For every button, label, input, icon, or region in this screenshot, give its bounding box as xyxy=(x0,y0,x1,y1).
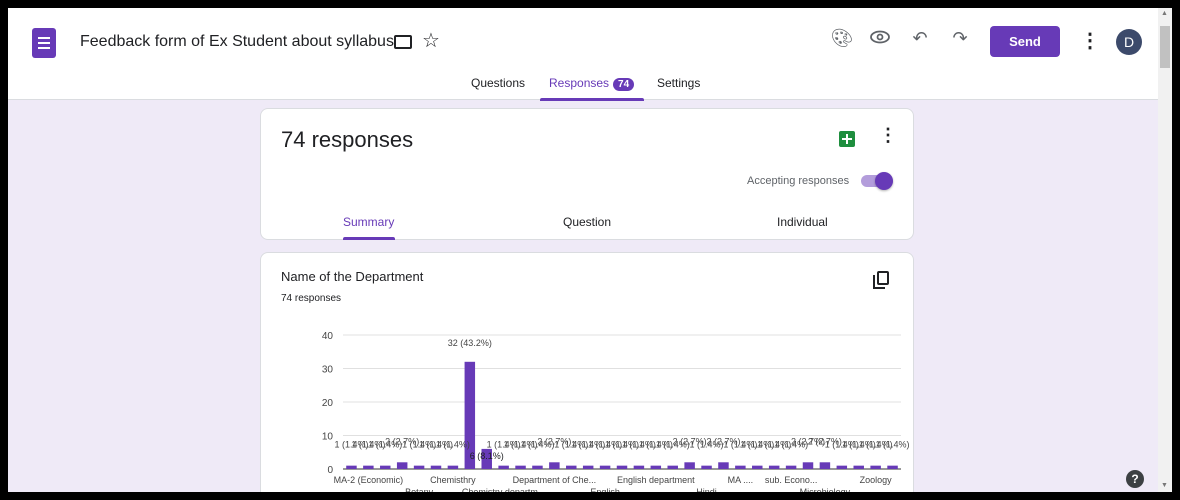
x-tick-label: Microbiology xyxy=(800,487,851,492)
responses-count-heading: 74 responses xyxy=(281,127,414,152)
avatar[interactable]: D xyxy=(1116,29,1142,55)
chart-bar xyxy=(802,462,814,469)
x-tick-label: Department of Che... xyxy=(513,475,597,485)
x-tick-label: Zoology xyxy=(860,475,893,485)
chart-bar xyxy=(346,465,357,469)
tab-responses-label: Responses xyxy=(549,76,610,90)
chart-bar xyxy=(785,465,797,469)
subtab-question[interactable]: Question xyxy=(563,215,611,229)
redo-icon[interactable]: ↷ xyxy=(948,28,972,49)
subtab-individual[interactable]: Individual xyxy=(777,215,828,229)
y-tick-label: 40 xyxy=(322,331,334,342)
data-label: 32 (43.2%) xyxy=(448,338,492,348)
y-tick-label: 30 xyxy=(322,365,334,376)
x-tick-label: English department xyxy=(617,475,695,485)
chart-bar xyxy=(498,465,509,469)
responses-summary-card: 74 responses ⋮ Accepting responses Summa… xyxy=(260,108,914,240)
main-tabs: Questions Responses 74 Settings xyxy=(8,76,1158,101)
data-label: 1 (1.4%) xyxy=(436,440,470,450)
x-tick-label: MA-2 (Economic) xyxy=(334,475,404,485)
tab-questions[interactable]: Questions xyxy=(471,76,525,90)
chart-bar xyxy=(768,465,780,469)
chart-bar xyxy=(363,465,374,469)
active-subtab-indicator xyxy=(343,237,395,240)
chart-bar xyxy=(447,465,459,469)
chart-bar xyxy=(819,462,831,469)
chart-bar xyxy=(599,465,611,469)
card-more-icon[interactable]: ⋮ xyxy=(879,125,897,146)
scroll-up-icon[interactable]: ▲ xyxy=(1161,10,1168,17)
y-tick-label: 0 xyxy=(327,465,333,476)
y-tick-label: 10 xyxy=(322,432,334,443)
chart-bar xyxy=(735,465,746,469)
palette-icon[interactable]: 🎨︎ xyxy=(830,28,854,49)
chart-bar xyxy=(650,465,662,469)
forms-logo-icon[interactable] xyxy=(32,28,56,58)
chart-bar xyxy=(887,465,898,469)
preview-eye-icon[interactable] xyxy=(868,28,892,49)
scroll-thumb[interactable] xyxy=(1160,26,1170,68)
top-header: Feedback form of Ex Student about syllab… xyxy=(8,8,1158,101)
tab-responses[interactable]: Responses 74 xyxy=(549,76,635,91)
more-options-icon[interactable]: ⋮ xyxy=(1080,28,1100,53)
chart-bar xyxy=(549,462,560,469)
data-label: 6 (8.1%) xyxy=(470,451,504,461)
chart-bar xyxy=(616,465,628,469)
x-tick-label: Chemistry departm... xyxy=(462,487,546,492)
chart-bar xyxy=(718,462,729,469)
accepting-responses-label: Accepting responses xyxy=(747,175,850,187)
chart-bar xyxy=(836,465,848,469)
undo-icon[interactable]: ↶ xyxy=(908,28,932,49)
question-summary-card: Name of the Department 74 responses 0 10 2… xyxy=(260,252,914,492)
x-tick-label: English xyxy=(590,487,620,492)
form-title[interactable]: Feedback form of Ex Student about syllab… xyxy=(80,33,394,51)
chart-bar xyxy=(413,465,425,469)
send-button[interactable]: Send xyxy=(990,26,1060,57)
star-icon[interactable]: ☆ xyxy=(422,28,440,53)
x-tick-label: Chemisthry xyxy=(430,475,476,485)
app-window: Feedback form of Ex Student about syllab… xyxy=(8,8,1172,492)
scroll-down-icon[interactable]: ▼ xyxy=(1161,482,1168,489)
y-tick-label: 20 xyxy=(322,398,334,409)
x-tick-label: Hindi xyxy=(696,487,717,492)
chart-bar xyxy=(582,465,594,469)
toggle-knob xyxy=(875,172,893,190)
x-tick-label: MA .... xyxy=(728,475,754,485)
subtab-summary[interactable]: Summary xyxy=(343,215,394,229)
chart-bar xyxy=(701,465,712,469)
chart-bar xyxy=(396,462,408,469)
data-label: 1 (1.4%) xyxy=(876,440,910,450)
chart-bar xyxy=(380,465,391,469)
active-tab-indicator xyxy=(540,98,644,101)
chart-bar xyxy=(532,465,543,469)
chart-bar xyxy=(515,465,526,469)
department-bar-chart: 0102030401 (1.4%)1 (1.4%)1 (1.4%)2 (2.7%… xyxy=(322,331,910,492)
help-icon[interactable]: ? xyxy=(1126,470,1144,488)
chart-bar xyxy=(667,465,678,469)
vertical-scrollbar[interactable]: ▲ ▼ xyxy=(1158,8,1172,492)
accepting-responses-toggle[interactable] xyxy=(861,172,893,190)
chart-bar xyxy=(752,465,763,469)
x-tick-label: Botany xyxy=(405,487,434,492)
x-tick-label: sub. Econo... xyxy=(765,475,818,485)
responses-count-badge: 74 xyxy=(613,78,635,91)
sheets-icon[interactable] xyxy=(839,131,855,147)
chart-bar xyxy=(430,465,442,469)
chart-bar xyxy=(684,462,695,469)
folder-icon[interactable] xyxy=(394,35,412,49)
tab-settings[interactable]: Settings xyxy=(657,76,700,90)
chart-bar xyxy=(633,465,645,469)
chart-bar xyxy=(853,465,864,469)
chart-bar xyxy=(870,465,881,469)
chart-bar xyxy=(566,465,577,469)
